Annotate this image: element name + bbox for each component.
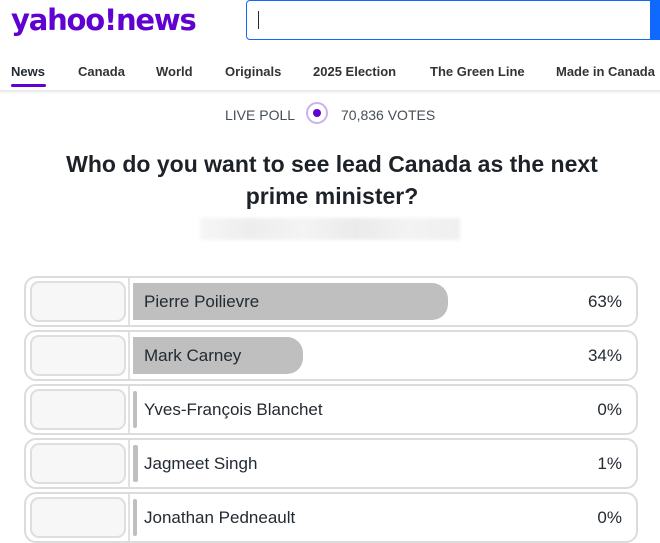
- live-poll-label: LIVE POLL: [225, 107, 296, 123]
- nav-item-news[interactable]: News: [11, 64, 45, 80]
- nav-item-the-green-line[interactable]: The Green Line: [430, 64, 525, 80]
- result-percent: 0%: [597, 508, 622, 527]
- result-percent: 34%: [587, 346, 622, 365]
- search-input[interactable]: [246, 0, 660, 40]
- poll-question: Who do you want to see lead Canada as th…: [66, 151, 598, 209]
- poll-option[interactable]: Jonathan Pedneault 0%: [24, 492, 638, 543]
- result-percent: 0%: [597, 400, 622, 419]
- poll-option[interactable]: Mark Carney 34%: [24, 330, 638, 381]
- blurred-subtitle: [200, 218, 460, 240]
- candidate-image: [30, 335, 126, 376]
- candidate-image: [30, 443, 126, 484]
- poll-option[interactable]: Jagmeet Singh 1%: [24, 438, 638, 489]
- top-nav: News Canada World Originals 2025 Electio…: [0, 62, 660, 90]
- nav-item-made-in-canada[interactable]: Made in Canada: [556, 64, 655, 80]
- text-caret: [258, 11, 259, 29]
- candidate-name: Yves-François Blanchet: [144, 400, 323, 419]
- result-bar: [133, 499, 137, 536]
- option-divider: [128, 440, 130, 487]
- site-header: yahoo!news News Canada World Originals 2…: [0, 0, 660, 94]
- live-indicator-icon: [306, 102, 328, 124]
- candidate-name: Jagmeet Singh: [144, 454, 258, 473]
- option-divider: [128, 278, 130, 325]
- search-button[interactable]: [650, 0, 660, 40]
- active-tab-indicator: [11, 84, 46, 87]
- candidate-image: [30, 497, 126, 538]
- poll-option[interactable]: Yves-François Blanchet 0%: [24, 384, 638, 435]
- candidate-name: Jonathan Pedneault: [144, 508, 296, 527]
- option-divider: [128, 494, 130, 541]
- candidate-name: Pierre Poilievre: [144, 292, 260, 311]
- candidate-image: [30, 389, 126, 430]
- nav-item-originals[interactable]: Originals: [225, 64, 281, 80]
- header-shadow: [0, 90, 660, 94]
- option-divider: [128, 332, 130, 379]
- nav-item-world[interactable]: World: [156, 64, 193, 80]
- option-divider: [128, 386, 130, 433]
- vote-count: 70,836 VOTES: [341, 107, 436, 123]
- poll-meta: LIVE POLL 70,836 VOTES: [0, 101, 660, 129]
- nav-item-canada[interactable]: Canada: [78, 64, 125, 80]
- yahoo-news-logo[interactable]: yahoo!news: [11, 2, 197, 38]
- candidate-name: Mark Carney: [144, 346, 242, 365]
- nav-item-2025-election[interactable]: 2025 Election: [313, 64, 396, 80]
- candidate-image: [30, 281, 126, 322]
- poll-option[interactable]: Pierre Poilievre 63%: [24, 276, 638, 327]
- result-percent: 1%: [597, 454, 622, 473]
- live-dot: [313, 109, 321, 117]
- result-bar: [133, 391, 137, 428]
- result-percent: 63%: [587, 292, 622, 311]
- result-bar: [133, 445, 138, 482]
